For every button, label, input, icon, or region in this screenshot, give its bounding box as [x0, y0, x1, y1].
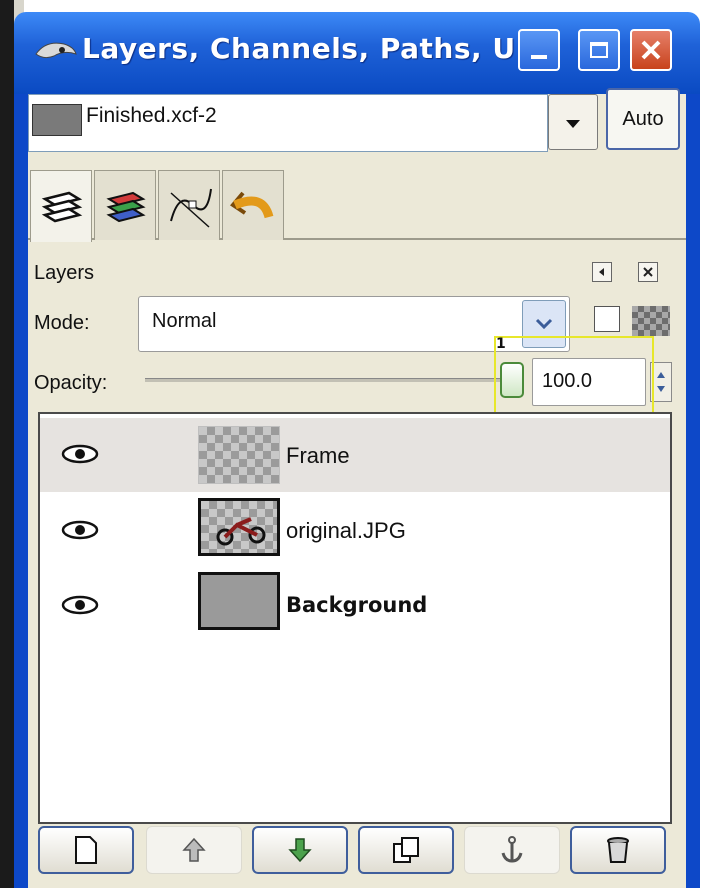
layer-row[interactable]	[40, 418, 670, 492]
new-layer-icon	[75, 836, 97, 864]
layer-thumbnail	[198, 426, 280, 484]
panel-title: Layers	[34, 262, 95, 284]
auto-button[interactable]: Auto	[606, 88, 680, 150]
close-icon	[641, 40, 661, 60]
layer-name: Frame	[286, 443, 350, 468]
visibility-eye-icon[interactable]	[60, 518, 100, 542]
window-title: Layers, Channels, Paths, U...	[82, 32, 550, 65]
layer-name: Background	[286, 593, 428, 617]
tab-undo-history[interactable]	[222, 170, 284, 240]
spinner-arrows-icon	[657, 372, 665, 392]
lock-alpha-icon	[632, 306, 670, 336]
chevron-down-icon	[566, 120, 580, 128]
screen-edge	[0, 0, 14, 888]
anchor-icon	[501, 836, 523, 863]
highlight-annotation	[494, 336, 654, 422]
duplicate-layer-button[interactable]	[358, 826, 454, 874]
layer-name: original.JPG	[286, 518, 406, 543]
trash-icon	[607, 837, 629, 863]
tab-layers[interactable]	[30, 170, 92, 242]
paths-icon	[170, 188, 212, 228]
tab-channels[interactable]	[94, 170, 156, 240]
lock-alpha-checkbox[interactable]	[594, 306, 620, 332]
panel-close-button[interactable]	[638, 262, 658, 282]
duplicate-icon	[393, 837, 419, 863]
mode-label: Mode:	[34, 312, 90, 334]
undo-history-icon	[230, 191, 274, 219]
tab-menu-icon	[599, 268, 604, 276]
panel-menu-button[interactable]	[592, 262, 612, 282]
window-frame-right	[686, 94, 700, 888]
minimize-icon	[531, 55, 547, 59]
lower-arrow-icon	[288, 838, 312, 863]
motorcycle-thumbnail-icon	[216, 517, 266, 546]
highlight-annotation-label: 1	[496, 336, 506, 352]
maximize-icon	[590, 42, 608, 58]
opacity-label: Opacity:	[34, 372, 108, 394]
raise-layer-button[interactable]	[146, 826, 242, 874]
minimize-button[interactable]	[518, 29, 560, 71]
close-button[interactable]	[630, 29, 672, 71]
image-thumbnail	[32, 104, 82, 136]
visibility-eye-icon[interactable]	[60, 593, 100, 617]
maximize-button[interactable]	[578, 29, 620, 71]
layer-thumbnail	[198, 498, 280, 556]
chevron-down-icon	[535, 318, 553, 330]
anchor-layer-button[interactable]	[464, 826, 560, 874]
layer-thumbnail	[198, 572, 280, 630]
close-icon	[643, 267, 653, 277]
layers-icon	[41, 191, 83, 223]
lower-layer-button[interactable]	[252, 826, 348, 874]
tab-paths[interactable]	[158, 170, 220, 240]
image-dropdown-button[interactable]	[548, 94, 598, 150]
mode-value: Normal	[152, 310, 217, 332]
image-name: Finished.xcf-2	[86, 104, 217, 127]
raise-arrow-icon	[182, 837, 206, 862]
delete-layer-button[interactable]	[570, 826, 666, 874]
opacity-slider[interactable]	[145, 378, 500, 382]
gimp-eye-icon	[35, 42, 77, 59]
window-frame-left	[14, 94, 28, 888]
visibility-eye-icon[interactable]	[60, 442, 100, 466]
channels-icon	[106, 191, 146, 223]
new-layer-button[interactable]	[38, 826, 134, 874]
